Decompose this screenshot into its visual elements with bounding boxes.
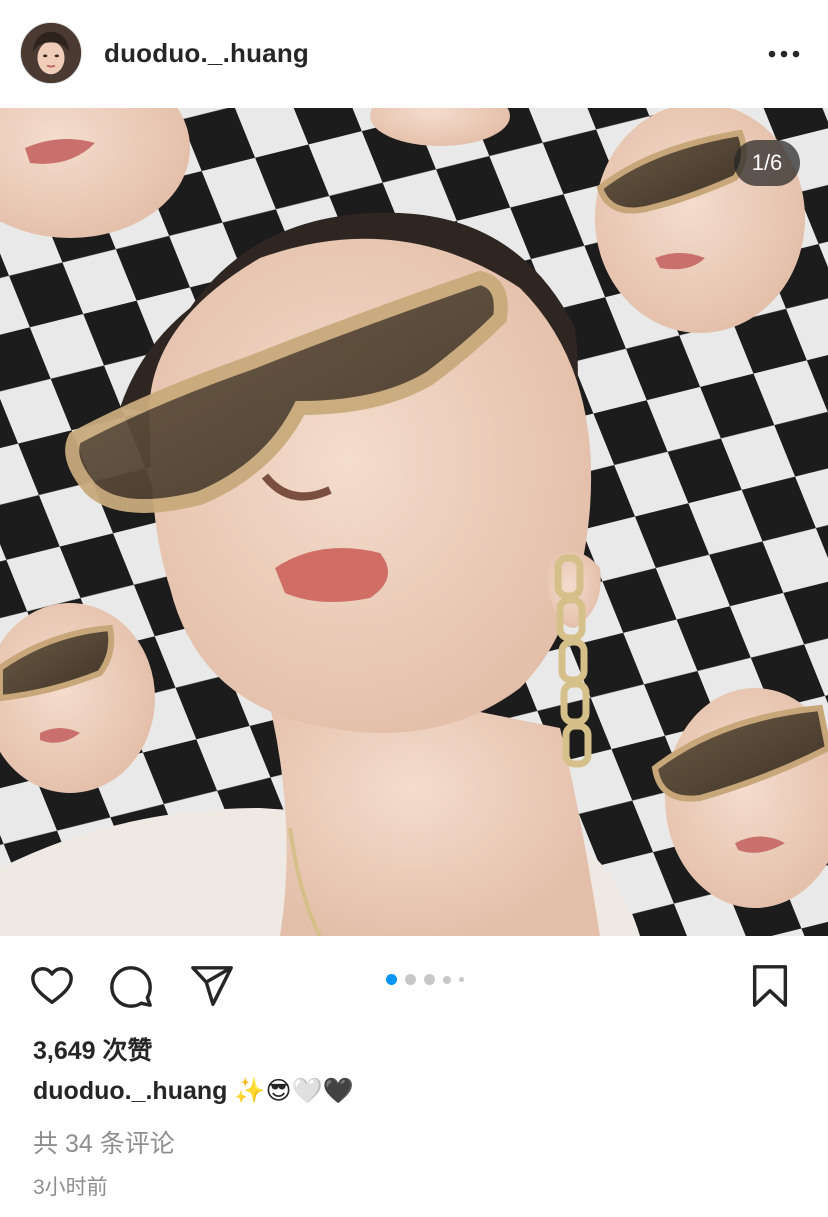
comment-button[interactable] — [107, 962, 155, 1010]
caption-text: ✨😎🤍🖤 — [234, 1076, 354, 1105]
bookmark-icon — [752, 965, 788, 1007]
image-counter: 1/6 — [734, 140, 800, 186]
post-timestamp: 3小时前 — [33, 1176, 108, 1199]
post-header: duoduo._.huang — [0, 0, 828, 108]
likes-count[interactable]: 3,649 次赞 — [33, 1031, 153, 1067]
action-bar — [0, 944, 828, 1024]
caption: duoduo._.huang ✨😎🤍🖤 — [33, 1076, 354, 1106]
save-button[interactable] — [746, 962, 794, 1010]
carousel-dot-1 — [386, 974, 397, 985]
more-options-button[interactable] — [764, 40, 804, 68]
send-icon — [191, 966, 233, 1006]
post-image[interactable]: 1/6 — [0, 108, 828, 936]
post-username[interactable]: duoduo._.huang — [104, 38, 309, 69]
carousel-indicator — [386, 974, 464, 985]
caption-username[interactable]: duoduo._.huang — [33, 1077, 227, 1105]
like-button[interactable] — [28, 962, 76, 1010]
comment-icon — [110, 966, 152, 1008]
carousel-dot-2 — [405, 974, 416, 985]
avatar-image — [21, 23, 81, 83]
post-photo-illustration — [0, 108, 828, 936]
view-comments-link[interactable]: 共 34 条评论 — [33, 1124, 175, 1160]
carousel-dot-3 — [424, 974, 435, 985]
share-button[interactable] — [188, 962, 236, 1010]
heart-icon — [31, 967, 73, 1005]
more-horizontal-icon — [768, 50, 800, 58]
carousel-dot-4 — [443, 975, 451, 984]
avatar[interactable] — [20, 22, 82, 84]
carousel-dot-5 — [459, 977, 464, 982]
